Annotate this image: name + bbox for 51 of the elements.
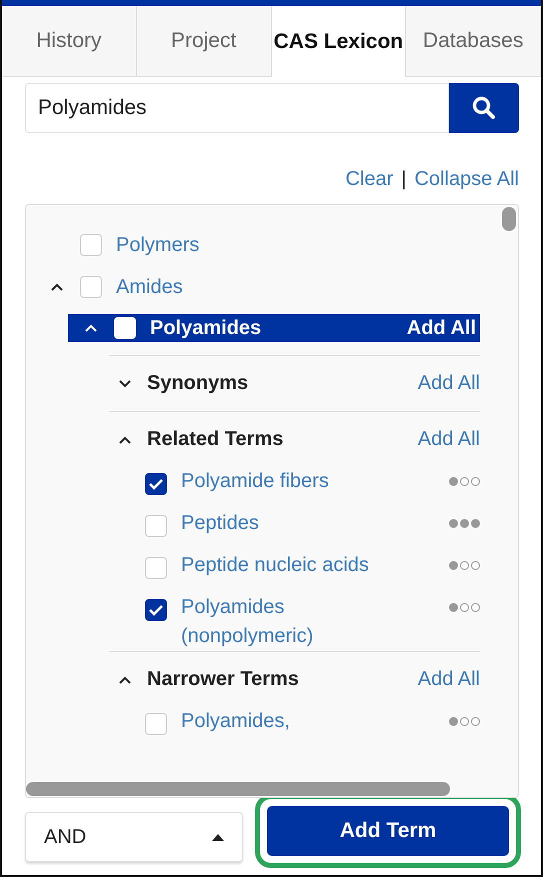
term-link[interactable]: Amides — [116, 276, 183, 298]
tree-row[interactable]: Polyamides Add All — [68, 314, 480, 342]
check-icon — [148, 478, 164, 490]
term-link[interactable]: Polyamides, — [181, 707, 401, 736]
term-link[interactable]: Polymers — [116, 234, 200, 256]
relevance-dot — [449, 561, 458, 570]
separator: | — [401, 168, 406, 190]
relevance-dot — [460, 717, 469, 726]
caret-icon — [212, 834, 224, 840]
relevance-dot — [471, 519, 480, 528]
relevance-dot — [471, 561, 480, 570]
relevance-dot — [449, 477, 458, 486]
search-field[interactable]: Polyamides — [25, 83, 449, 133]
relevance-dot — [449, 717, 458, 726]
add-term-button[interactable]: Add Term — [267, 806, 509, 856]
chevron-icon[interactable] — [119, 436, 131, 444]
section-title: Related Terms — [147, 428, 284, 451]
link[interactable]: Clear — [345, 168, 394, 190]
term-link[interactable]: Peptides — [181, 509, 401, 538]
term-link[interactable]: Polyamides (nonpolymeric) — [181, 593, 401, 651]
relevance-dot — [471, 603, 480, 612]
scrollbar-thumb[interactable] — [502, 207, 516, 231]
add-all-link[interactable]: Add All — [418, 428, 480, 451]
section-title: Synonyms — [147, 372, 248, 395]
tab[interactable]: CAS Lexicon — [272, 6, 406, 77]
search-button[interactable] — [449, 83, 519, 133]
add-all-link[interactable]: Add All — [418, 372, 480, 395]
relevance-dot — [460, 561, 469, 570]
operator-dropdown[interactable]: AND — [25, 812, 243, 862]
relevance-dot — [449, 519, 458, 528]
term-link[interactable]: Peptide nucleic acids — [181, 551, 401, 580]
add-all-link[interactable]: Add All — [418, 668, 480, 691]
checkbox[interactable] — [145, 473, 167, 495]
relevance-dot — [460, 477, 469, 486]
term-link[interactable]: Polyamide fibers — [181, 467, 401, 496]
scrollbar-thumb[interactable] — [26, 782, 450, 796]
relevance-dot — [471, 477, 480, 486]
chevron-icon[interactable] — [119, 676, 131, 684]
relevance-dot — [460, 603, 469, 612]
section-title: Narrower Terms — [147, 668, 299, 691]
relevance-dot — [460, 519, 469, 528]
chevron-icon[interactable] — [51, 283, 63, 291]
relevance-dot — [449, 603, 458, 612]
relevance-dot — [471, 717, 480, 726]
link[interactable]: Collapse All — [414, 168, 519, 190]
add-all-link[interactable]: Add All — [406, 316, 476, 340]
chevron-icon[interactable] — [119, 380, 131, 388]
search-icon — [471, 95, 497, 121]
checkbox[interactable] — [145, 599, 167, 621]
check-icon — [148, 604, 164, 616]
term-label: Polyamides — [150, 316, 262, 340]
